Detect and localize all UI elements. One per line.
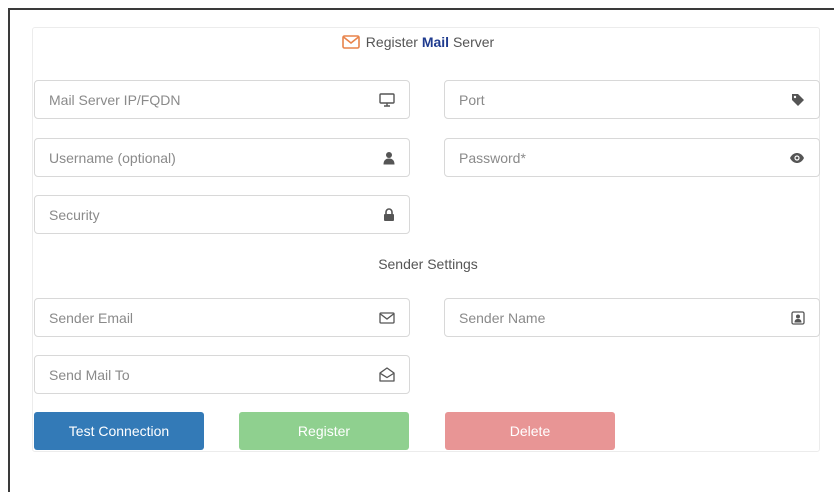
username-placeholder: Username (optional) [49,149,176,166]
monitor-icon [379,92,395,107]
security-select[interactable]: Security [34,195,410,234]
section-title-sender-settings: Sender Settings [378,256,478,272]
sender-name-placeholder: Sender Name [459,309,546,326]
sender-name-input[interactable]: Sender Name [444,298,820,337]
envelope-icon [379,311,395,324]
send-mail-to-placeholder: Send Mail To [49,366,130,383]
username-input[interactable]: Username (optional) [34,138,410,177]
envelope-icon [341,35,360,49]
tag-icon [791,93,805,107]
password-placeholder: Password* [459,149,526,166]
send-mail-to-input[interactable]: Send Mail To [34,355,410,394]
delete-button[interactable]: Delete [445,412,615,450]
sender-email-placeholder: Sender Email [49,309,134,326]
form-title: Register Mail Server [0,34,836,50]
server-input[interactable]: Mail Server IP/FQDN [34,80,410,119]
password-input[interactable]: Password* [444,138,820,177]
user-icon [383,151,395,165]
eye-icon[interactable] [789,152,805,164]
contact-card-icon [791,310,805,325]
form-title-text: Register Mail Server [365,34,495,50]
test-connection-button[interactable]: Test Connection [34,412,204,450]
port-input[interactable]: Port [444,80,820,119]
port-placeholder: Port [459,91,485,108]
security-placeholder: Security [49,206,100,223]
sender-email-input[interactable]: Sender Email [34,298,410,337]
register-button[interactable]: Register [239,412,409,450]
server-placeholder: Mail Server IP/FQDN [49,91,181,108]
envelope-open-icon [379,367,395,382]
lock-icon [383,207,395,222]
